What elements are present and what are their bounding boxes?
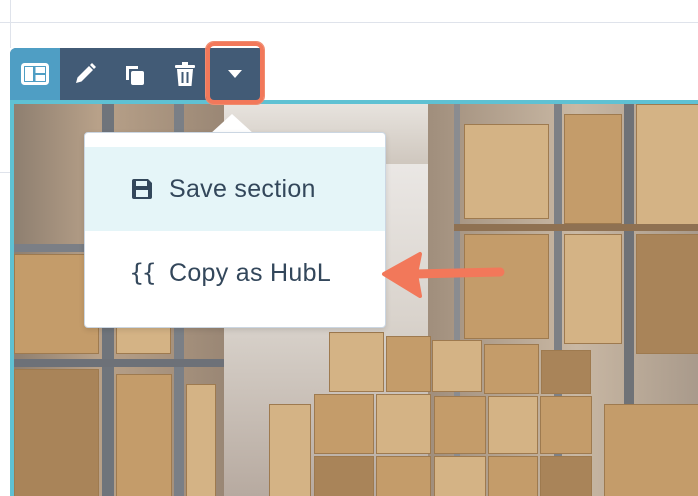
arrow-annotation-icon xyxy=(382,252,505,298)
pencil-icon xyxy=(76,63,96,83)
menu-item-label: Copy as HubL xyxy=(169,258,332,287)
trash-icon xyxy=(175,62,195,86)
editor-top-border xyxy=(0,22,698,23)
clone-icon xyxy=(126,66,144,85)
edit-button[interactable] xyxy=(60,48,110,100)
menu-item-label: Save section xyxy=(169,174,316,203)
clone-button[interactable] xyxy=(110,48,160,100)
curly-braces-icon: {{ xyxy=(129,259,157,287)
editor-side-line xyxy=(0,172,10,173)
editor-left-border xyxy=(10,0,11,48)
menu-item-save-section[interactable]: Save section xyxy=(85,147,385,231)
menu-item-copy-as-hubl[interactable]: {{ Copy as HubL xyxy=(85,231,385,315)
menu-caret xyxy=(210,114,254,134)
layout-button[interactable] xyxy=(10,48,60,100)
highlight-box xyxy=(206,42,264,104)
layout-icon xyxy=(21,63,49,85)
save-icon xyxy=(127,178,157,200)
section-actions-menu: Save section {{ Copy as HubL xyxy=(84,132,386,328)
delete-button[interactable] xyxy=(160,48,210,100)
